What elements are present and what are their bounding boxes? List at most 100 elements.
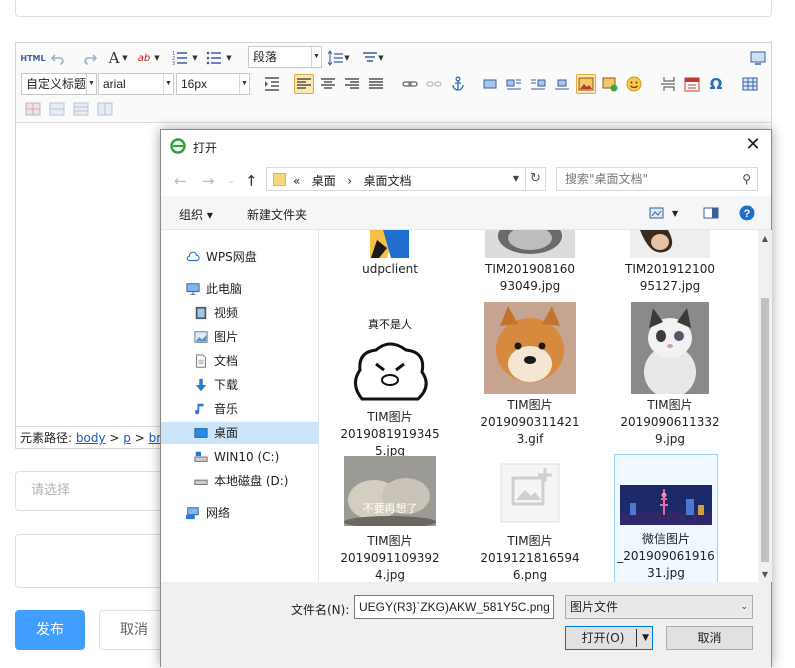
image-float-none-icon[interactable] [480, 74, 500, 94]
align-center-icon[interactable] [318, 74, 338, 94]
recent-locations-icon[interactable]: ⌄ [228, 176, 235, 185]
delete-row-icon[interactable] [71, 99, 91, 119]
organize-button[interactable]: 组织 ▾ [179, 206, 213, 223]
search-input[interactable]: 搜索"桌面文档" ⚲ [556, 167, 758, 191]
undo-icon[interactable] [48, 48, 68, 68]
font-family-select[interactable]: arial ▼ [98, 73, 174, 95]
file-name: 31.jpg [647, 566, 685, 580]
file-thumbnail [484, 302, 576, 394]
file-item[interactable]: 真不是人 TIM图片 2019081919345 5.jpg [340, 314, 440, 458]
file-item[interactable]: 不要再想了 TIM图片 2019091109392 4.jpg [340, 456, 440, 582]
indent-icon[interactable] [262, 74, 282, 94]
redo-icon[interactable] [80, 48, 100, 68]
date-icon[interactable] [682, 74, 702, 94]
file-item[interactable]: udpclient [340, 230, 440, 286]
chevron-down-icon[interactable]: ▼ [120, 48, 130, 68]
file-item[interactable]: TIM图片 2019121816594 6.png [480, 462, 580, 582]
top-text-input[interactable] [15, 0, 772, 17]
file-item[interactable]: TIM201912100 95127.jpg [620, 230, 720, 302]
breadcrumb-desktop-docs[interactable]: 桌面文档 [364, 174, 412, 188]
open-button[interactable]: 打开(O) ▼ [565, 626, 653, 650]
description-textarea[interactable] [15, 534, 175, 588]
chevron-down-icon[interactable]: ▼ [376, 48, 386, 68]
file-name: TIM201908160 [485, 262, 575, 276]
insert-col-icon[interactable] [95, 99, 115, 119]
page-break-icon[interactable] [658, 74, 678, 94]
path-link-body[interactable]: body [76, 431, 106, 445]
align-right-icon[interactable] [342, 74, 362, 94]
nav-item-pictures[interactable]: 图片 [161, 326, 319, 348]
publish-button[interactable]: 发布 [15, 610, 85, 650]
nav-label: 网络 [206, 506, 231, 520]
close-icon[interactable]: ✕ [743, 135, 763, 155]
nav-item-desktop[interactable]: 桌面 [161, 422, 319, 444]
nav-item-network[interactable]: 网络 [161, 502, 319, 524]
custom-heading-select[interactable]: 自定义标题 ▼ [21, 73, 97, 95]
refresh-icon[interactable]: ↻ [526, 167, 546, 191]
file-item-selected[interactable]: 微信图片 _201909061916 31.jpg [614, 454, 718, 582]
path-link-p[interactable]: p [123, 431, 131, 445]
file-name: _201909061916 [617, 549, 715, 563]
file-item[interactable]: TIM图片 2019090611332 9.jpg [620, 302, 720, 452]
insert-row-icon[interactable] [47, 99, 67, 119]
scrollbar-thumb[interactable] [761, 298, 769, 562]
nav-item-drive-c[interactable]: WIN10 (C:) [161, 446, 319, 468]
dialog-cancel-button[interactable]: 取消 [666, 626, 753, 650]
back-arrow-icon[interactable]: ← [174, 172, 187, 190]
highlight-color-icon[interactable]: ab [134, 48, 154, 68]
chevron-down-icon[interactable]: ▼ [642, 627, 649, 649]
nav-item-drive-d[interactable]: 本地磁盘 (D:) [161, 470, 319, 492]
file-item[interactable]: TIM图片 2019090311421 3.gif [480, 302, 580, 452]
cancel-button[interactable]: 取消 [99, 610, 169, 650]
insert-image-icon[interactable] [576, 74, 596, 94]
forward-arrow-icon[interactable]: → [202, 172, 215, 190]
filetype-select[interactable]: 图片文件 ⌄ [565, 595, 753, 619]
anchor-icon[interactable] [448, 74, 468, 94]
scroll-up-icon[interactable]: ▲ [758, 234, 772, 243]
chevron-down-icon[interactable]: ▼ [507, 168, 525, 190]
link-icon[interactable] [400, 74, 420, 94]
fullscreen-icon[interactable] [748, 48, 768, 68]
preview-pane-icon[interactable] [703, 207, 719, 219]
delete-table-icon[interactable] [23, 99, 43, 119]
new-folder-button[interactable]: 新建文件夹 [247, 206, 307, 223]
image-float-right-icon[interactable] [528, 74, 548, 94]
chevron-down-icon[interactable]: ▼ [224, 48, 234, 68]
align-justify-icon[interactable] [366, 74, 386, 94]
multi-image-icon[interactable] [600, 74, 620, 94]
unordered-list-icon[interactable] [204, 48, 224, 68]
chevron-down-icon[interactable]: ▼ [672, 209, 678, 218]
address-bar[interactable]: « 桌面 › 桌面文档 ▼ [266, 167, 526, 191]
view-mode-icon[interactable] [649, 207, 665, 219]
ordered-list-icon[interactable]: 123 [170, 48, 190, 68]
chevron-down-icon[interactable]: ▼ [342, 48, 352, 68]
nav-item-this-pc[interactable]: 此电脑 [161, 278, 319, 300]
scroll-down-icon[interactable]: ▼ [758, 570, 772, 579]
insert-table-icon[interactable] [740, 74, 760, 94]
chevron-down-icon[interactable]: ▼ [152, 48, 162, 68]
font-size-select[interactable]: 16px ▼ [176, 73, 250, 95]
nav-item-videos[interactable]: 视频 [161, 302, 319, 324]
image-center-icon[interactable] [552, 74, 572, 94]
category-select[interactable]: 请选择 [15, 471, 175, 511]
file-item[interactable]: TIM201908160 93049.jpg [480, 230, 580, 302]
image-float-left-icon[interactable] [504, 74, 524, 94]
breadcrumb-desktop[interactable]: 桌面 [312, 174, 336, 188]
chevron-down-icon[interactable]: ▼ [190, 48, 200, 68]
breadcrumb-overflow[interactable]: « [293, 174, 300, 188]
unlink-icon[interactable] [424, 74, 444, 94]
align-left-icon[interactable] [294, 74, 314, 94]
computer-icon [186, 283, 200, 295]
nav-item-wps-cloud[interactable]: WPS网盘 [161, 246, 319, 268]
up-arrow-icon[interactable]: ↑ [245, 172, 258, 190]
special-char-icon[interactable]: Ω [706, 74, 726, 94]
nav-item-documents[interactable]: 文档 [161, 350, 319, 372]
paragraph-format-select[interactable]: 段落 ▼ [248, 46, 322, 68]
nav-item-downloads[interactable]: 下载 [161, 374, 319, 396]
filename-input[interactable]: UEGY(R3}`ZKG)AKW_581Y5C.png [354, 595, 554, 619]
help-icon[interactable]: ? [739, 205, 755, 221]
nav-item-music[interactable]: 音乐 [161, 398, 319, 420]
html-source-button[interactable]: HTML [20, 48, 45, 68]
file-grid-scrollbar[interactable]: ▲ ▼ [758, 230, 772, 582]
emoji-icon[interactable] [624, 74, 644, 94]
